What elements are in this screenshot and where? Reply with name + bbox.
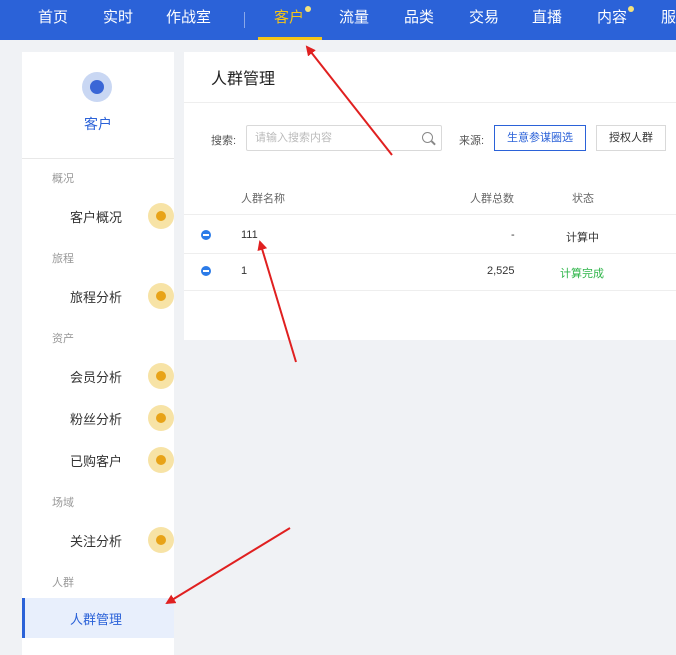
new-dot-icon — [148, 363, 174, 389]
search-box — [246, 125, 442, 151]
nav-realtime[interactable]: 实时 — [103, 0, 133, 40]
sidebar-item-label: 粉丝分析 — [70, 412, 123, 427]
source-label: 来源: — [459, 135, 485, 147]
search-input[interactable] — [255, 130, 415, 146]
sidebar-item-label: 会员分析 — [70, 370, 123, 385]
nav-category[interactable]: 品类 — [404, 0, 434, 40]
top-nav: 首页 实时 作战室 客户 流量 品类 交易 直播 内容 服 — [0, 0, 676, 40]
row-name: 111 — [241, 229, 258, 241]
new-dot-icon — [148, 203, 174, 229]
row-status: 计算中 — [566, 232, 599, 244]
column-header-total: 人群总数 — [470, 193, 514, 205]
source-option-authorized[interactable]: 授权人群 — [596, 125, 666, 151]
collapse-icon[interactable] — [201, 266, 211, 276]
sidebar-item-label: 人群管理 — [70, 612, 123, 627]
nav-customer[interactable]: 客户 — [274, 0, 312, 40]
notification-dot — [305, 6, 312, 12]
nav-transaction[interactable]: 交易 — [469, 0, 499, 40]
sidebar-group-crowd: 人群 — [52, 577, 74, 589]
sidebar-group-scene: 场域 — [52, 497, 74, 509]
sidebar-item-label: 客户概况 — [70, 210, 123, 225]
nav-content-label: 内容 — [597, 9, 628, 26]
sidebar-item-member-analysis[interactable]: 会员分析 — [22, 359, 174, 393]
sidebar-title: 客户 — [84, 116, 112, 132]
sidebar-item-purchased-customers[interactable]: 已购客户 — [22, 443, 174, 477]
nav-traffic[interactable]: 流量 — [339, 0, 369, 40]
sidebar-item-label: 关注分析 — [70, 534, 123, 549]
header-divider — [184, 214, 676, 215]
row-total: 2,525 — [487, 265, 515, 277]
sidebar-item-journey-analysis[interactable]: 旅程分析 — [22, 279, 174, 313]
page-title: 人群管理 — [211, 71, 276, 88]
new-dot-icon — [148, 527, 174, 553]
sidebar-item-customer-overview[interactable]: 客户概况 — [22, 199, 174, 233]
nav-war-room[interactable]: 作战室 — [166, 0, 211, 40]
sidebar-item-fan-analysis[interactable]: 粉丝分析 — [22, 401, 174, 435]
column-header-status: 状态 — [572, 193, 594, 205]
nav-live[interactable]: 直播 — [532, 0, 562, 40]
sidebar-item-crowd-management[interactable]: 人群管理 — [22, 598, 174, 638]
row-name: 1 — [241, 265, 248, 277]
crowd-management-panel: 人群管理 搜索: 来源: 生意参谋圈选 授权人群 人群名称 人群总数 状态 11… — [184, 52, 676, 340]
sidebar-item-label: 旅程分析 — [70, 290, 123, 305]
sidebar-group-overview: 概况 — [52, 173, 74, 185]
nav-content[interactable]: 内容 — [597, 0, 635, 40]
customer-logo-icon — [82, 72, 112, 102]
row-total: - — [511, 229, 515, 241]
new-dot-icon — [148, 447, 174, 473]
title-divider — [184, 102, 676, 103]
arrow-to-crowd-management — [165, 527, 291, 605]
source-option-sycm[interactable]: 生意参谋圈选 — [494, 125, 586, 151]
nav-home[interactable]: 首页 — [38, 0, 68, 40]
sidebar-item-label: 已购客户 — [70, 454, 123, 469]
sidebar-group-journey: 旅程 — [52, 253, 74, 265]
search-icon[interactable] — [422, 132, 433, 143]
new-dot-icon — [148, 283, 174, 309]
sidebar-item-follow-analysis[interactable]: 关注分析 — [22, 523, 174, 557]
nav-active-underline — [258, 37, 322, 40]
new-dot-icon — [148, 405, 174, 431]
collapse-icon[interactable] — [201, 230, 211, 240]
nav-customer-label: 客户 — [274, 9, 305, 26]
nav-separator — [244, 12, 245, 28]
row-status: 计算完成 — [560, 268, 604, 280]
nav-service[interactable]: 服 — [661, 0, 676, 40]
notification-dot — [628, 6, 635, 12]
search-label: 搜索: — [211, 135, 237, 147]
column-header-name: 人群名称 — [241, 193, 285, 205]
sidebar-divider — [22, 158, 174, 159]
row-divider — [184, 290, 676, 291]
sidebar: 客户 概况 客户概况 旅程 旅程分析 资产 会员分析 粉丝分析 已购客户 场域 … — [22, 52, 174, 655]
row-divider — [184, 253, 676, 254]
sidebar-group-assets: 资产 — [52, 333, 74, 345]
